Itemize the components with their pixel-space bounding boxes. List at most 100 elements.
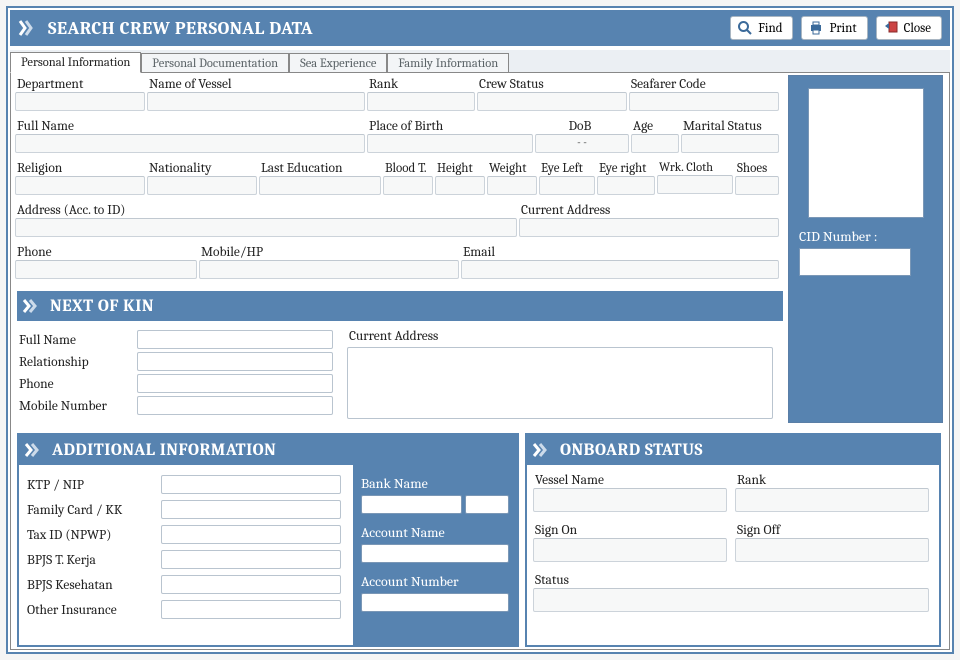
lbl-email: Email (461, 243, 779, 260)
lbl-mobile: Mobile/HP (199, 243, 459, 260)
lbl-current-address: Current Address (519, 201, 779, 218)
phone-input[interactable] (15, 260, 197, 279)
lbl-onb-signon: Sign On (533, 521, 727, 538)
chevrons-icon (532, 439, 554, 461)
photo-panel: CID Number : (788, 75, 943, 423)
mobile-input[interactable] (199, 260, 459, 279)
title-onboard-status: ONBOARD STATUS (560, 441, 703, 460)
photo-box (808, 88, 924, 218)
lbl-blood: Blood T. (383, 159, 433, 176)
npwp-input[interactable] (161, 525, 341, 544)
full-name-input[interactable] (15, 134, 365, 153)
nok-mobile-input[interactable] (137, 396, 333, 415)
nok-phone-input[interactable] (137, 374, 333, 393)
bpjs-kes-input[interactable] (161, 575, 341, 594)
lbl-nok-mobile: Mobile Number (17, 397, 137, 414)
blood-input[interactable] (383, 176, 433, 195)
crew-status-input[interactable] (477, 92, 627, 111)
lbl-rank: Rank (367, 75, 475, 92)
vessel-input[interactable] (147, 92, 365, 111)
onb-signoff-input[interactable] (735, 538, 929, 562)
lbl-seafarer-code: Seafarer Code (629, 75, 779, 92)
height-input[interactable] (435, 176, 485, 195)
marital-input[interactable] (681, 134, 779, 153)
lbl-shoes: Shoes (735, 159, 779, 176)
dob-display: - - (535, 134, 629, 153)
close-icon (883, 20, 899, 36)
title-bar: SEARCH CREW PERSONAL DATA Find Print (8, 8, 952, 48)
title-next-of-kin: NEXT OF KIN (50, 297, 154, 316)
lbl-bpjs-kes: BPJS Kesehatan (25, 576, 161, 593)
account-number-input[interactable] (361, 593, 509, 612)
onb-status-input[interactable] (533, 588, 929, 612)
tab-sea-experience[interactable]: Sea Experience (289, 53, 387, 73)
rank-input[interactable] (367, 92, 475, 111)
bank-panel: Bank Name Account Name Account Number (353, 465, 517, 645)
chevrons-icon (24, 439, 46, 461)
lbl-eye-right: Eye right (597, 159, 655, 176)
department-input[interactable] (15, 92, 145, 111)
tab-family-information[interactable]: Family Information (387, 53, 509, 73)
shoes-input[interactable] (735, 176, 779, 195)
app-window: SEARCH CREW PERSONAL DATA Find Print (6, 6, 954, 654)
lbl-pob: Place of Birth (367, 117, 533, 134)
eye-left-input[interactable] (539, 176, 595, 195)
header-additional-information: ADDITIONAL INFORMATION (19, 435, 517, 465)
other-ins-input[interactable] (161, 600, 341, 619)
bank-name-input[interactable] (361, 495, 462, 514)
lbl-department: Department (15, 75, 145, 92)
lbl-cid: CID Number : (799, 228, 932, 245)
lbl-kk: Family Card / KK (25, 501, 161, 518)
seafarer-code-input[interactable] (629, 92, 779, 111)
eye-right-input[interactable] (597, 176, 655, 195)
email-input[interactable] (461, 260, 779, 279)
ktp-input[interactable] (161, 475, 341, 494)
nationality-input[interactable] (147, 176, 257, 195)
print-button[interactable]: Print (801, 16, 867, 40)
weight-input[interactable] (487, 176, 537, 195)
section-next-of-kin: NEXT OF KIN Full Name Relationship Phone (17, 291, 783, 421)
lbl-nok-curaddr: Current Address (347, 327, 444, 344)
lbl-nok-phone: Phone (17, 375, 137, 392)
nok-curaddr-input[interactable] (347, 347, 773, 419)
find-button[interactable]: Find (730, 16, 793, 40)
kk-input[interactable] (161, 500, 341, 519)
onb-vessel-input[interactable] (533, 488, 727, 512)
bpjs-tk-input[interactable] (161, 550, 341, 569)
address-id-input[interactable] (15, 218, 517, 237)
religion-input[interactable] (15, 176, 145, 195)
lbl-account-number: Account Number (361, 573, 509, 590)
onb-signon-input[interactable] (533, 538, 727, 562)
age-input[interactable] (631, 134, 679, 153)
pob-input[interactable] (367, 134, 533, 153)
section-additional-information: ADDITIONAL INFORMATION KTP / NIP Family … (17, 433, 519, 647)
current-address-input[interactable] (519, 218, 779, 237)
close-button[interactable]: Close (876, 16, 942, 40)
onb-rank-input[interactable] (735, 488, 929, 512)
tab-personal-documentation[interactable]: Personal Documentation (141, 53, 289, 73)
cid-number-display (799, 248, 911, 276)
body-area: Personal Information Personal Documentat… (8, 48, 952, 652)
last-edu-input[interactable] (259, 176, 381, 195)
search-icon (737, 20, 753, 36)
lbl-wrk-cloth: Wrk. Cloth (657, 159, 733, 175)
lbl-height: Height (435, 159, 485, 176)
nok-fullname-input[interactable] (137, 330, 333, 349)
chevrons-icon (18, 17, 40, 39)
chevrons-icon (22, 295, 44, 317)
lbl-eye-left: Eye Left (539, 159, 595, 176)
lbl-onb-vessel: Vessel Name (533, 471, 727, 488)
lbl-other-ins: Other Insurance (25, 601, 161, 618)
nok-relation-input[interactable] (137, 352, 333, 371)
tab-personal-information[interactable]: Personal Information (10, 52, 141, 73)
lbl-address-id: Address (Acc. to ID) (15, 201, 517, 218)
wrk-cloth-input[interactable] (657, 175, 733, 194)
lbl-onb-status: Status (533, 571, 929, 588)
bank-name-extra-input[interactable] (465, 495, 509, 514)
header-next-of-kin: NEXT OF KIN (17, 291, 783, 321)
find-label: Find (758, 21, 782, 36)
tab-bar: Personal Information Personal Documentat… (10, 50, 950, 72)
account-name-input[interactable] (361, 544, 509, 563)
lbl-nationality: Nationality (147, 159, 257, 176)
header-onboard-status: ONBOARD STATUS (527, 435, 939, 465)
